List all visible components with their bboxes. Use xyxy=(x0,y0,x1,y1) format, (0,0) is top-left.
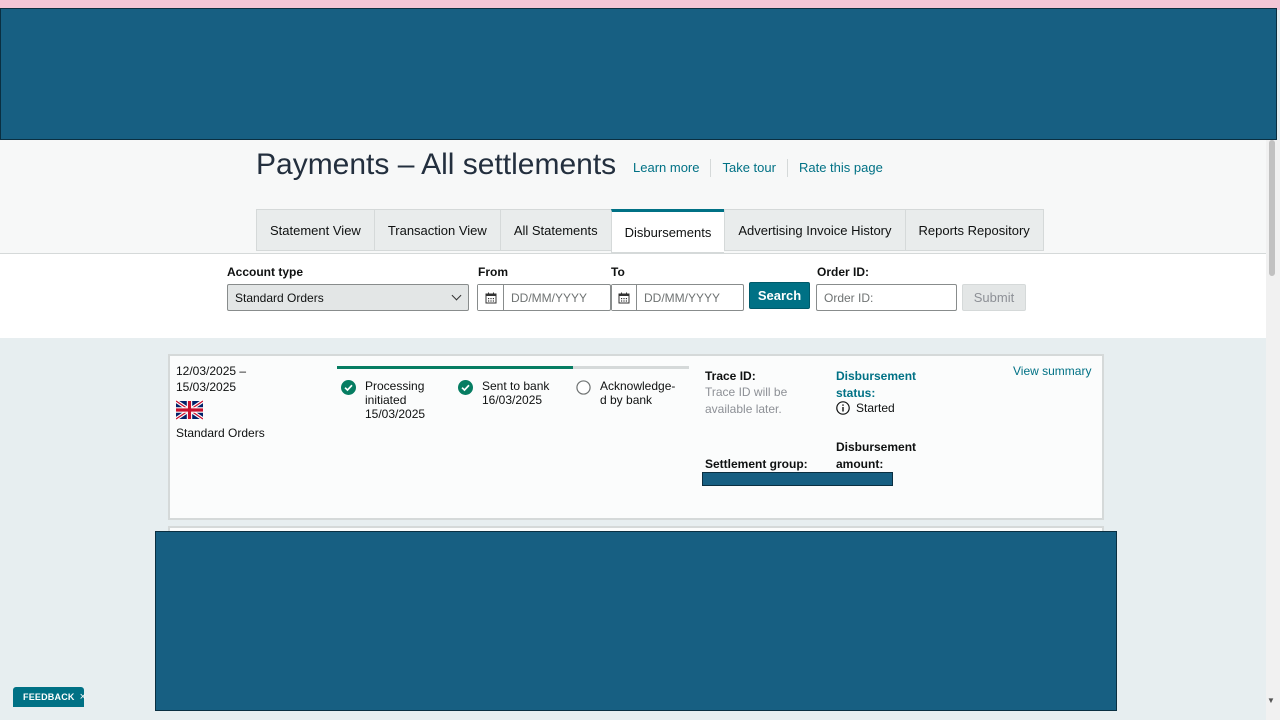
step-label: Acknowledge- xyxy=(600,379,676,393)
feedback-label: FEEDBACK xyxy=(23,692,75,702)
payments-tabs: Statement View Transaction View All Stat… xyxy=(256,209,1044,253)
tab-transaction-view[interactable]: Transaction View xyxy=(373,209,500,251)
step-label: Sent to bank xyxy=(482,379,550,393)
order-id-input[interactable] xyxy=(816,284,957,311)
account-type-label: Account type xyxy=(227,265,304,279)
info-icon xyxy=(836,401,850,415)
disbursement-amount-label: Disbursement amount: xyxy=(836,440,917,471)
step-label: Processing xyxy=(365,379,425,393)
trace-id-value: Trace ID will be available later. xyxy=(705,385,788,416)
step-date: 16/03/2025 xyxy=(482,393,543,407)
scrollbar-thumb[interactable] xyxy=(1269,140,1275,276)
check-circle-icon xyxy=(458,380,473,395)
chevron-down-icon xyxy=(451,290,462,301)
submit-button[interactable]: Submit xyxy=(962,284,1026,311)
check-circle-icon xyxy=(341,380,356,395)
step-label: d by bank xyxy=(600,393,653,407)
to-date-input[interactable] xyxy=(637,285,743,310)
empty-circle-icon xyxy=(576,380,591,395)
rate-page-link[interactable]: Rate this page xyxy=(786,159,894,177)
tab-statement-view[interactable]: Statement View xyxy=(256,209,374,251)
learn-more-link[interactable]: Learn more xyxy=(633,159,710,177)
progress-fill xyxy=(337,366,573,369)
date-range-start: 12/03/2025 – xyxy=(176,364,247,378)
to-label: To xyxy=(611,265,625,279)
account-type-select[interactable]: Standard Orders xyxy=(227,284,469,311)
from-date-field xyxy=(477,284,611,311)
from-label: From xyxy=(478,265,508,279)
order-id-label: Order ID: xyxy=(817,265,870,279)
calendar-icon[interactable] xyxy=(478,285,504,310)
disbursement-status: Started xyxy=(836,401,895,415)
settlement-group-label: Settlement group: xyxy=(705,457,808,471)
redacted-content-region xyxy=(155,531,1117,711)
take-tour-link[interactable]: Take tour xyxy=(710,159,786,177)
from-date-input[interactable] xyxy=(504,285,610,310)
page-title: Payments – All settlements xyxy=(256,148,617,181)
account-type-text: Standard Orders xyxy=(176,426,265,440)
to-date-field xyxy=(611,284,744,311)
step-acknowledged-by-bank: Acknowledge- d by bank xyxy=(576,379,675,407)
step-processing-initiated: Processing initiated 15/03/2025 xyxy=(341,379,425,421)
view-summary-link[interactable]: View summary xyxy=(1013,364,1091,378)
search-button[interactable]: Search xyxy=(749,282,810,309)
feedback-button[interactable]: FEEDBACK × xyxy=(13,687,87,707)
scroll-down-arrow-icon[interactable]: ▼ xyxy=(1267,696,1275,705)
uk-flag-icon xyxy=(176,400,203,420)
tab-reports-repository[interactable]: Reports Repository xyxy=(904,209,1044,251)
header-links: Learn more Take tour Rate this page xyxy=(633,159,894,177)
tab-advertising-invoice-history[interactable]: Advertising Invoice History xyxy=(724,209,905,251)
disbursement-status-value: Started xyxy=(856,401,895,415)
redacted-settlement-group xyxy=(702,472,893,486)
step-label: initiated xyxy=(365,393,407,407)
tab-disbursements[interactable]: Disbursements xyxy=(610,209,725,253)
account-type-value: Standard Orders xyxy=(235,290,324,305)
date-range-end: 15/03/2025 xyxy=(176,380,237,394)
step-sent-to-bank: Sent to bank 16/03/2025 xyxy=(458,379,549,407)
disbursement-progress-bar xyxy=(337,366,689,369)
step-date: 15/03/2025 xyxy=(365,407,426,421)
tab-all-statements[interactable]: All Statements xyxy=(499,209,611,251)
settlement-date-range: 12/03/2025 – 15/03/2025 xyxy=(176,363,286,395)
trace-id-label: Trace ID: xyxy=(705,369,756,383)
disbursement-status-label[interactable]: Disbursement status: xyxy=(836,368,936,402)
calendar-icon[interactable] xyxy=(612,285,637,310)
redacted-header-region xyxy=(0,8,1277,140)
close-icon[interactable]: × xyxy=(80,691,87,703)
